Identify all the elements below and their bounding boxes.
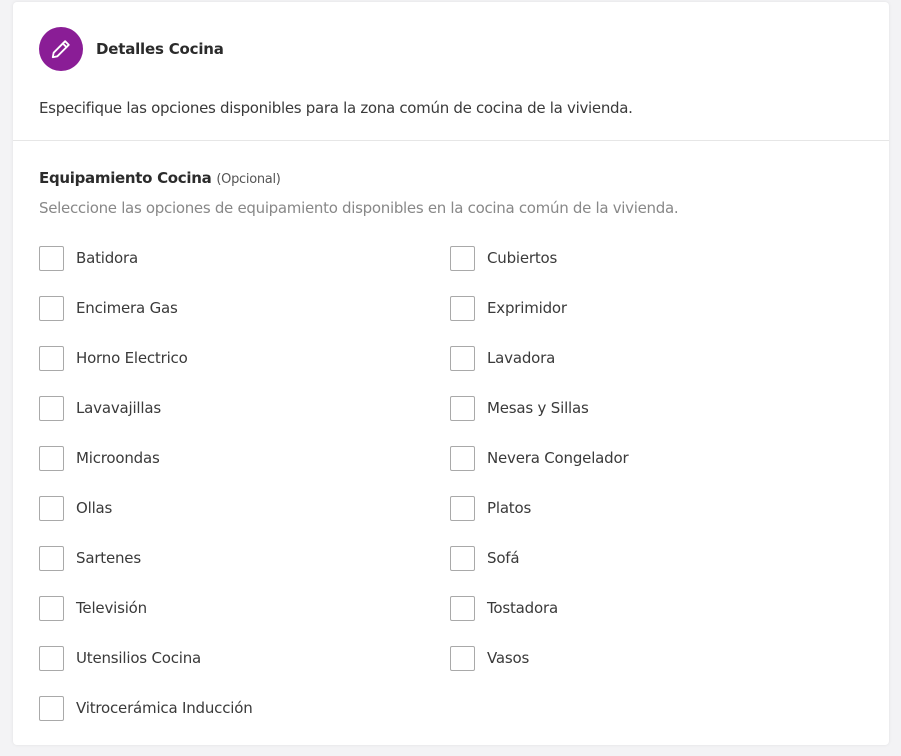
option-label: Nevera Congelador (487, 449, 629, 467)
option-label: Exprimidor (487, 299, 567, 317)
option-label: Horno Electrico (76, 349, 188, 367)
option-television[interactable]: Televisión (39, 595, 450, 621)
field-help-text: Seleccione las opciones de equipamiento … (39, 199, 679, 217)
option-platos[interactable]: Platos (450, 495, 861, 521)
option-horno-electrico[interactable]: Horno Electrico (39, 345, 450, 371)
field-label-text: Equipamiento Cocina (39, 169, 212, 187)
option-label: Batidora (76, 249, 138, 267)
field-label: Equipamiento Cocina (Opcional) (39, 169, 281, 187)
kitchen-details-card: Detalles Cocina Especifique las opciones… (13, 2, 889, 745)
option-mesas-y-sillas[interactable]: Mesas y Sillas (450, 395, 861, 421)
checkbox[interactable] (450, 495, 475, 521)
checkbox[interactable] (450, 445, 475, 471)
checkbox[interactable] (39, 395, 64, 421)
option-label: Sofá (487, 549, 520, 567)
option-label: Mesas y Sillas (487, 399, 589, 417)
checkbox[interactable] (450, 345, 475, 371)
checkbox[interactable] (39, 645, 64, 671)
option-nevera-congelador[interactable]: Nevera Congelador (450, 445, 861, 471)
option-label: Ollas (76, 499, 113, 517)
option-label: Platos (487, 499, 532, 517)
option-utensilios-cocina[interactable]: Utensilios Cocina (39, 645, 450, 671)
equipment-options: Batidora Cubiertos Encimera Gas Exprimidor H… (39, 245, 879, 745)
option-ollas[interactable]: Ollas (39, 495, 450, 521)
option-label: Vitrocerámica Inducción (76, 699, 253, 717)
checkbox[interactable] (39, 495, 64, 521)
checkbox[interactable] (450, 545, 475, 571)
option-label: Lavadora (487, 349, 556, 367)
option-exprimidor[interactable]: Exprimidor (450, 295, 861, 321)
checkbox[interactable] (39, 245, 64, 271)
checkbox[interactable] (39, 445, 64, 471)
optional-tag: (Opcional) (216, 172, 281, 187)
option-label: Vasos (487, 649, 530, 667)
divider (13, 140, 889, 141)
checkbox[interactable] (39, 695, 64, 721)
option-label: Sartenes (76, 549, 141, 567)
option-vitroceramica-induccion[interactable]: Vitrocerámica Inducción (39, 695, 450, 721)
checkbox[interactable] (39, 595, 64, 621)
option-tostadora[interactable]: Tostadora (450, 595, 861, 621)
option-lavavajillas[interactable]: Lavavajillas (39, 395, 450, 421)
option-label: Tostadora (487, 599, 558, 617)
option-label: Encimera Gas (76, 299, 178, 317)
option-lavadora[interactable]: Lavadora (450, 345, 861, 371)
option-label: Televisión (76, 599, 147, 617)
checkbox[interactable] (450, 245, 475, 271)
card-header: Detalles Cocina (39, 27, 224, 71)
option-label: Microondas (76, 449, 160, 467)
option-batidora[interactable]: Batidora (39, 245, 450, 271)
checkbox[interactable] (450, 595, 475, 621)
option-microondas[interactable]: Microondas (39, 445, 450, 471)
option-sofa[interactable]: Sofá (450, 545, 861, 571)
option-label: Cubiertos (487, 249, 558, 267)
card-title: Detalles Cocina (96, 40, 224, 58)
checkbox[interactable] (450, 645, 475, 671)
checkbox[interactable] (39, 295, 64, 321)
checkbox[interactable] (39, 345, 64, 371)
option-label: Lavavajillas (76, 399, 161, 417)
pencil-icon (39, 27, 83, 71)
option-label: Utensilios Cocina (76, 649, 202, 667)
checkbox[interactable] (39, 545, 64, 571)
option-encimera-gas[interactable]: Encimera Gas (39, 295, 450, 321)
checkbox[interactable] (450, 395, 475, 421)
option-vasos[interactable]: Vasos (450, 645, 861, 671)
card-description: Especifique las opciones disponibles par… (39, 99, 633, 117)
option-cubiertos[interactable]: Cubiertos (450, 245, 861, 271)
checkbox[interactable] (450, 295, 475, 321)
option-sartenes[interactable]: Sartenes (39, 545, 450, 571)
